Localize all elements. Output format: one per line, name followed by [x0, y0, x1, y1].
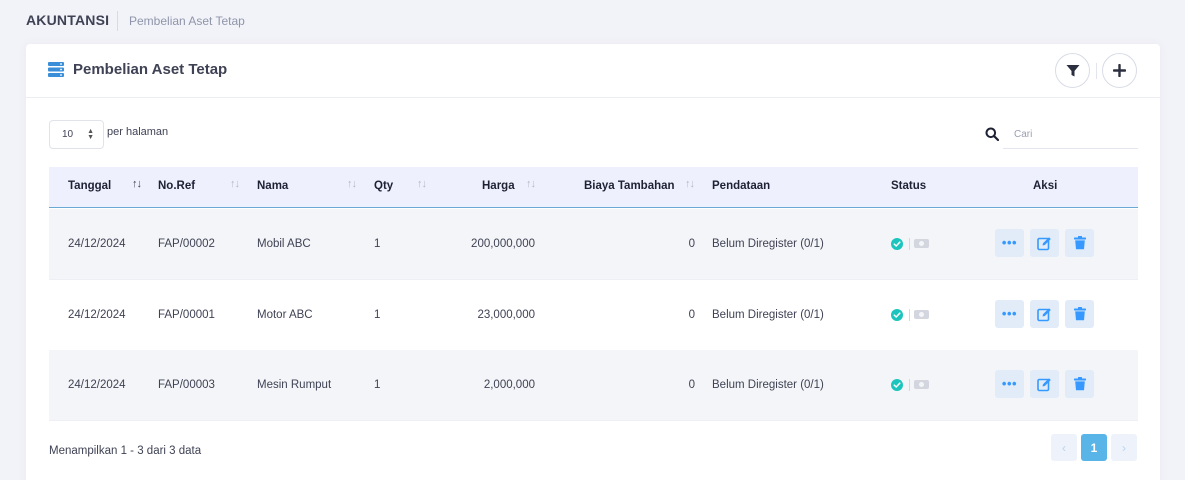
header-harga[interactable]: Harga	[482, 180, 515, 192]
cell-noref: FAP/00002	[158, 238, 215, 250]
select-arrows-icon: ▲ ▼	[87, 128, 94, 141]
status-divider	[909, 379, 910, 391]
header-divider	[1096, 63, 1097, 79]
breadcrumb-current[interactable]: Pembelian Aset Tetap	[129, 14, 245, 28]
table-row: 24/12/2024 FAP/00001 Motor ABC 1 23,000,…	[49, 280, 1138, 351]
cell-tanggal: 24/12/2024	[68, 238, 126, 250]
more-dots-icon: •••	[1001, 306, 1018, 321]
sort-icon[interactable]: ↑↓	[347, 178, 357, 190]
edit-button[interactable]	[1030, 229, 1059, 257]
table-header: Tanggal ↑↓ No.Ref ↑↓ Nama ↑↓ Qty ↑↓ Harg…	[49, 167, 1138, 208]
more-dots-icon: •••	[1001, 235, 1018, 250]
per-page-label: per halaman	[107, 126, 169, 138]
cell-biaya-tambahan: 0	[688, 238, 695, 250]
header-noref[interactable]: No.Ref	[158, 180, 195, 192]
delete-button[interactable]	[1065, 229, 1094, 257]
cell-tanggal: 24/12/2024	[68, 309, 126, 321]
cell-pendataan: Belum Diregister (0/1)	[712, 379, 824, 391]
edit-button[interactable]	[1030, 300, 1059, 328]
pagination-prev-button[interactable]: ‹	[1051, 434, 1077, 461]
header-qty[interactable]: Qty	[374, 180, 393, 192]
cell-nama: Motor ABC	[257, 309, 313, 321]
camera-icon	[914, 380, 929, 389]
add-button[interactable]	[1102, 53, 1137, 88]
edit-icon	[1037, 307, 1051, 321]
pagination-page-1[interactable]: 1	[1081, 434, 1107, 461]
edit-icon	[1037, 236, 1051, 250]
cell-qty: 1	[374, 309, 381, 321]
top-breadcrumb-bar: AKUNTANSI Pembelian Aset Tetap	[0, 0, 1185, 42]
status-divider	[909, 309, 910, 321]
card-title: Pembelian Aset Tetap	[73, 61, 228, 78]
camera-icon	[914, 310, 929, 319]
header-tanggal[interactable]: Tanggal	[68, 180, 111, 192]
cell-noref: FAP/00001	[158, 309, 215, 321]
status-divider	[909, 238, 910, 250]
cell-qty: 1	[374, 379, 381, 391]
edit-button[interactable]	[1030, 370, 1059, 398]
per-page-value: 10	[62, 129, 74, 140]
check-circle-icon	[891, 309, 903, 321]
table-row: 24/12/2024 FAP/00003 Mesin Rumput 1 2,00…	[49, 350, 1138, 421]
module-title: AKUNTANSI	[26, 12, 110, 28]
delete-button[interactable]	[1065, 370, 1094, 398]
cell-pendataan: Belum Diregister (0/1)	[712, 309, 824, 321]
pagination-next-button[interactable]: ›	[1111, 434, 1137, 461]
cell-tanggal: 24/12/2024	[68, 379, 126, 391]
header-nama[interactable]: Nama	[257, 180, 288, 192]
plus-icon	[1113, 64, 1126, 77]
search-input[interactable]	[1003, 121, 1138, 149]
cell-qty: 1	[374, 238, 381, 250]
table-info: Menampilkan 1 - 3 dari 3 data	[49, 445, 202, 457]
edit-icon	[1037, 377, 1051, 391]
card-header: Pembelian Aset Tetap	[26, 44, 1160, 98]
search-icon	[985, 127, 999, 141]
more-button[interactable]: •••	[995, 300, 1024, 328]
main-card: Pembelian Aset Tetap 10 ▲▼ per halaman T…	[26, 44, 1160, 480]
more-button[interactable]: •••	[995, 229, 1024, 257]
cell-harga: 23,000,000	[477, 309, 535, 321]
more-button[interactable]: •••	[995, 370, 1024, 398]
header-aksi: Aksi	[1033, 180, 1058, 192]
cell-pendataan: Belum Diregister (0/1)	[712, 238, 824, 250]
sort-icon[interactable]: ↑↓	[685, 178, 695, 190]
trash-icon	[1073, 307, 1086, 321]
cell-harga: 2,000,000	[483, 379, 535, 391]
breadcrumb-divider	[117, 11, 118, 31]
trash-icon	[1073, 236, 1086, 250]
trash-icon	[1073, 377, 1086, 391]
check-circle-icon	[891, 238, 903, 250]
sort-icon[interactable]: ↑↓	[526, 178, 536, 190]
cell-nama: Mobil ABC	[257, 238, 311, 250]
per-page-select[interactable]: 10 ▲ ▼	[49, 120, 104, 149]
cell-harga: 200,000,000	[471, 238, 535, 250]
filter-button[interactable]	[1055, 53, 1090, 88]
table-row: 24/12/2024 FAP/00002 Mobil ABC 1 200,000…	[49, 209, 1138, 280]
sort-icon[interactable]: ↑↓	[230, 178, 240, 190]
server-list-icon	[48, 62, 64, 77]
filter-icon	[1066, 64, 1079, 76]
cell-biaya-tambahan: 0	[688, 379, 695, 391]
delete-button[interactable]	[1065, 300, 1094, 328]
header-status: Status	[891, 180, 927, 192]
header-biaya-tambahan[interactable]: Biaya Tambahan	[584, 180, 675, 192]
camera-icon	[914, 239, 929, 248]
header-pendataan: Pendataan	[712, 180, 771, 192]
sort-icon[interactable]: ↑↓	[132, 178, 142, 190]
cell-nama: Mesin Rumput	[257, 379, 332, 391]
cell-noref: FAP/00003	[158, 379, 215, 391]
check-circle-icon	[891, 379, 903, 391]
cell-biaya-tambahan: 0	[688, 309, 695, 321]
more-dots-icon: •••	[1001, 376, 1018, 391]
sort-icon[interactable]: ↑↓	[417, 178, 427, 190]
